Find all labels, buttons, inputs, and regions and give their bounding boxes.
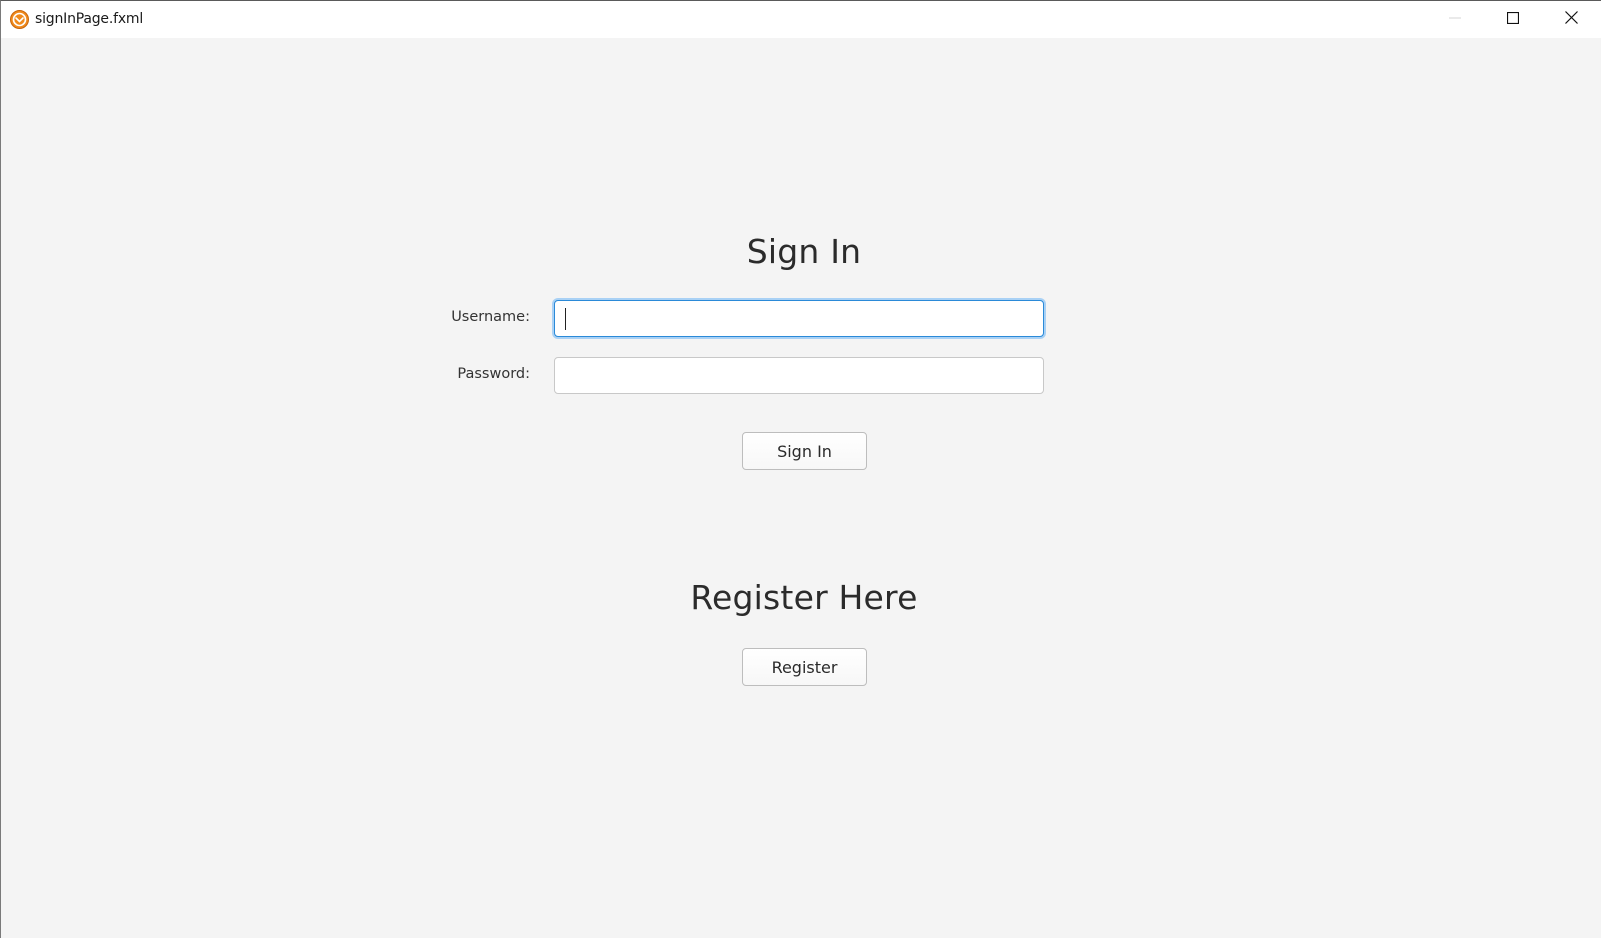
- sign-in-pane: Sign In Username: Password: Sign In Regi…: [1, 38, 1601, 938]
- register-button[interactable]: Register: [742, 648, 867, 686]
- password-input[interactable]: [554, 357, 1044, 394]
- minimize-icon: [1449, 11, 1461, 29]
- sign-in-heading: Sign In: [746, 232, 862, 271]
- minimize-button[interactable]: [1426, 1, 1484, 38]
- username-label: Username:: [451, 309, 530, 325]
- application-window: signInPage.fxml Sign In Username: Passwo…: [0, 0, 1601, 938]
- username-input[interactable]: [554, 300, 1044, 337]
- close-button[interactable]: [1542, 1, 1600, 38]
- close-icon: [1564, 10, 1578, 29]
- maximize-button[interactable]: [1484, 1, 1542, 38]
- app-logo-icon: [10, 10, 29, 29]
- sign-in-button[interactable]: Sign In: [742, 432, 867, 470]
- password-label: Password:: [457, 366, 530, 382]
- register-heading: Register Here: [690, 578, 918, 617]
- window-title: signInPage.fxml: [35, 11, 144, 27]
- text-caret: [565, 308, 566, 330]
- maximize-icon: [1506, 11, 1520, 29]
- title-bar[interactable]: signInPage.fxml: [1, 1, 1601, 38]
